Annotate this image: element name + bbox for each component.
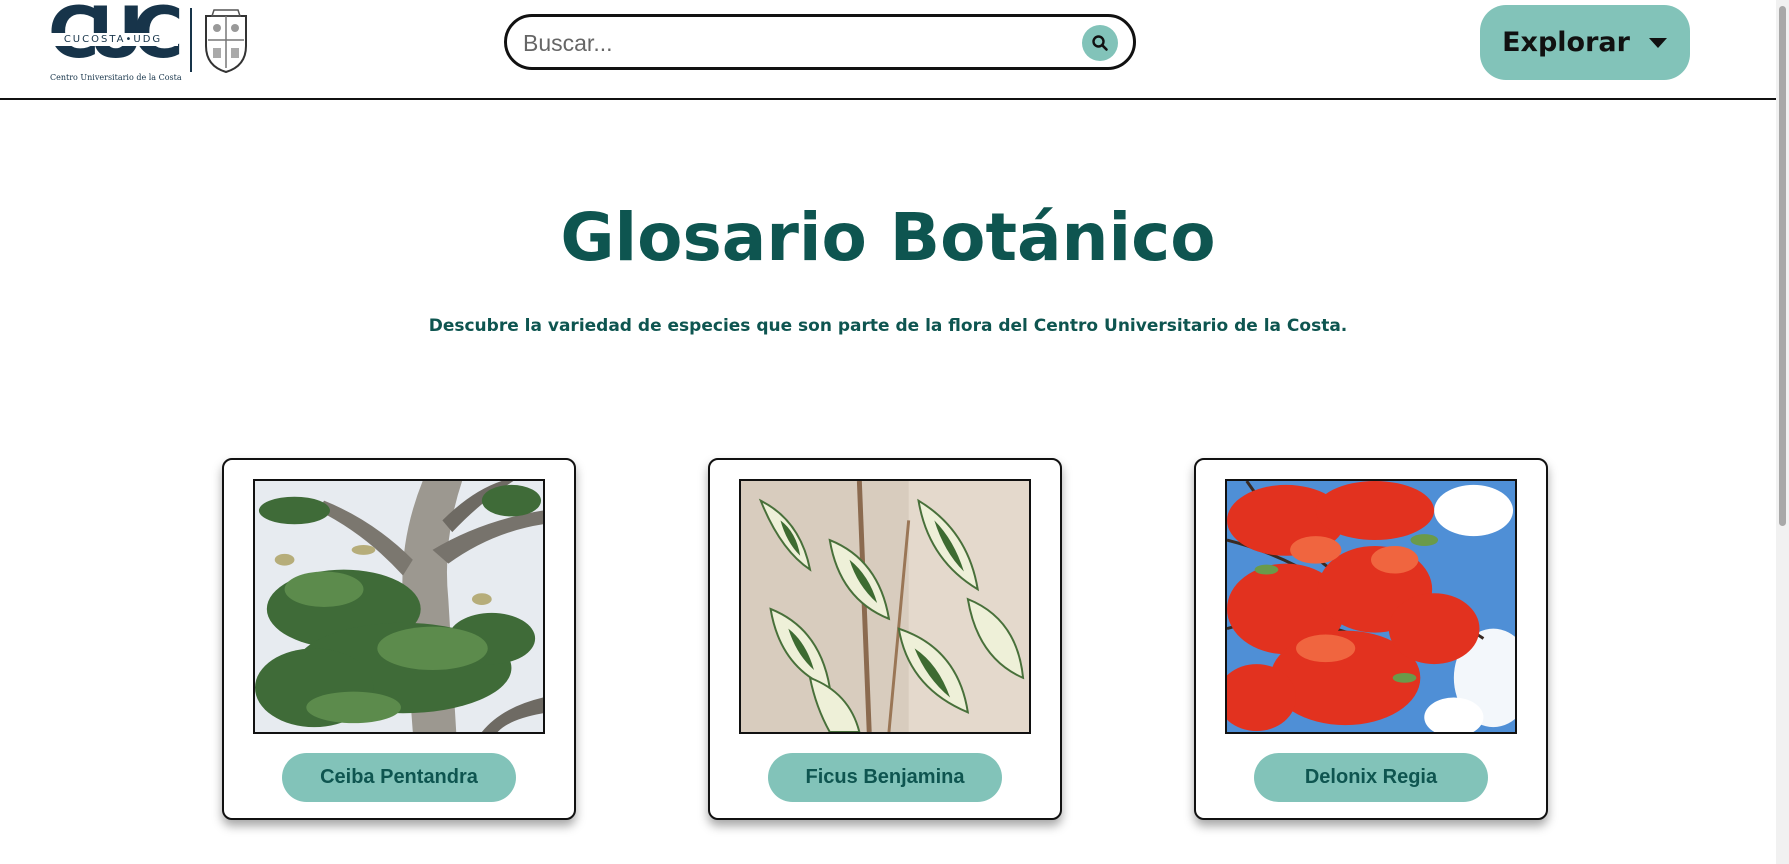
- search-bar: [504, 14, 1136, 70]
- page-title: Glosario Botánico: [560, 199, 1216, 276]
- species-photo[interactable]: [739, 479, 1031, 734]
- species-button[interactable]: Delonix Regia: [1254, 753, 1488, 802]
- species-card: Ceiba Pentandra: [222, 458, 576, 820]
- page-subtitle: Descubre la variedad de especies que son…: [428, 316, 1348, 336]
- scrollbar[interactable]: [1776, 0, 1789, 864]
- species-photo[interactable]: [1225, 479, 1517, 734]
- species-card: Ficus Benjamina: [708, 458, 1062, 820]
- cuc-logo[interactable]: CUC CUCOSTA•UDG Centro Universitario de …: [48, 0, 258, 84]
- species-card: Delonix Regia: [1194, 458, 1548, 820]
- logo-mark: CUC CUCOSTA•UDG: [48, 0, 184, 70]
- ficus-leaves-image: [741, 481, 1029, 732]
- explore-dropdown-button[interactable]: Explorar: [1480, 5, 1690, 80]
- search-icon: [1092, 35, 1108, 51]
- species-button[interactable]: Ficus Benjamina: [768, 753, 1002, 802]
- explore-label: Explorar: [1502, 27, 1630, 58]
- udg-crest-icon: [205, 9, 247, 74]
- search-button[interactable]: [1082, 25, 1118, 61]
- ceiba-tree-image: [255, 481, 543, 732]
- site-header: CUC CUCOSTA•UDG Centro Universitario de …: [0, 0, 1776, 100]
- delonix-tree-image: [1227, 481, 1515, 732]
- species-photo[interactable]: [253, 479, 545, 734]
- logo-strip-text: CUCOSTA•UDG: [48, 33, 178, 46]
- logo-divider: [190, 8, 192, 72]
- scrollbar-thumb[interactable]: [1779, 6, 1786, 526]
- logo-subtitle: Centro Universitario de la Costa: [50, 73, 182, 82]
- species-button[interactable]: Ceiba Pentandra: [282, 753, 516, 802]
- search-input[interactable]: [521, 25, 1065, 61]
- caret-down-icon: [1648, 37, 1667, 48]
